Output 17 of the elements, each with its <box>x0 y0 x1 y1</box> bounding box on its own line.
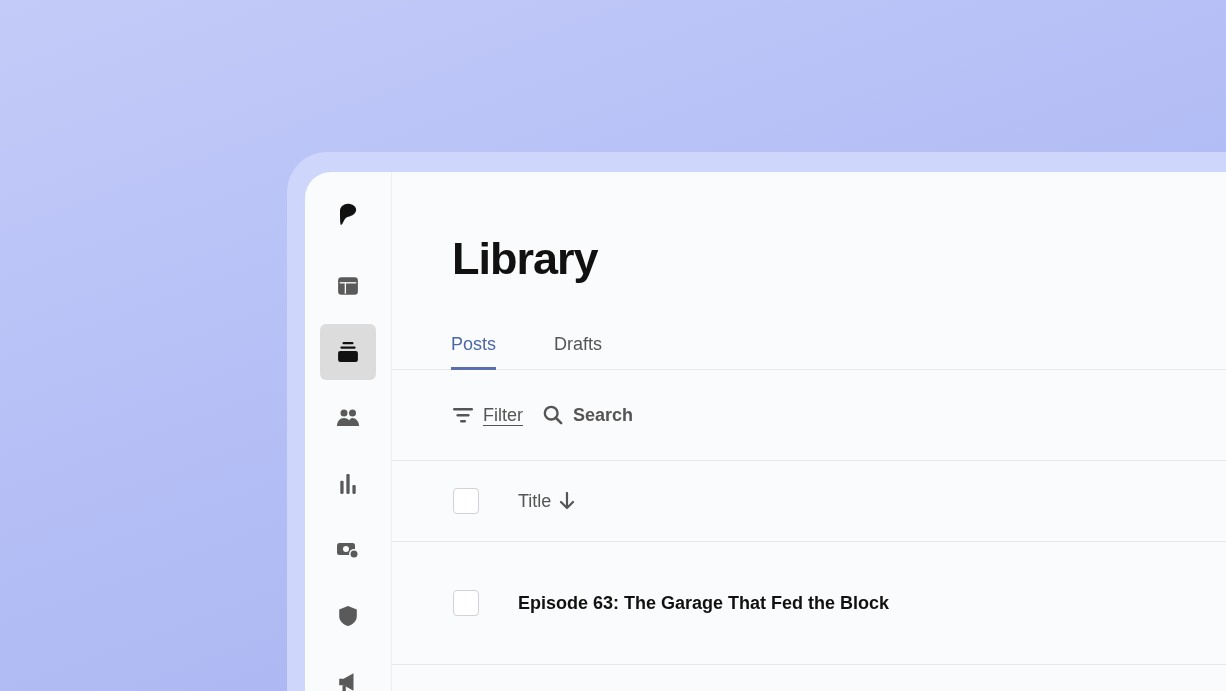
filter-link[interactable]: Filter <box>483 404 523 426</box>
post-title[interactable]: Episode 63: The Garage That Fed the Block <box>518 592 890 614</box>
shield-icon <box>337 605 359 627</box>
filter-icon[interactable] <box>453 405 473 425</box>
row-checkbox[interactable] <box>453 590 479 616</box>
nav-item[interactable] <box>320 324 376 380</box>
layout-icon <box>337 275 359 297</box>
inbox-stack-icon <box>337 341 359 363</box>
search-button[interactable]: Search <box>543 404 634 426</box>
search-icon <box>543 405 563 425</box>
tab[interactable]: Drafts <box>554 334 603 370</box>
column-header[interactable]: Title <box>518 490 576 512</box>
bar-chart-icon <box>337 473 359 495</box>
people-icon <box>337 407 359 429</box>
page-title: Library <box>452 232 599 286</box>
select-all-checkbox[interactable] <box>453 488 479 514</box>
tab[interactable]: Posts <box>451 334 497 370</box>
